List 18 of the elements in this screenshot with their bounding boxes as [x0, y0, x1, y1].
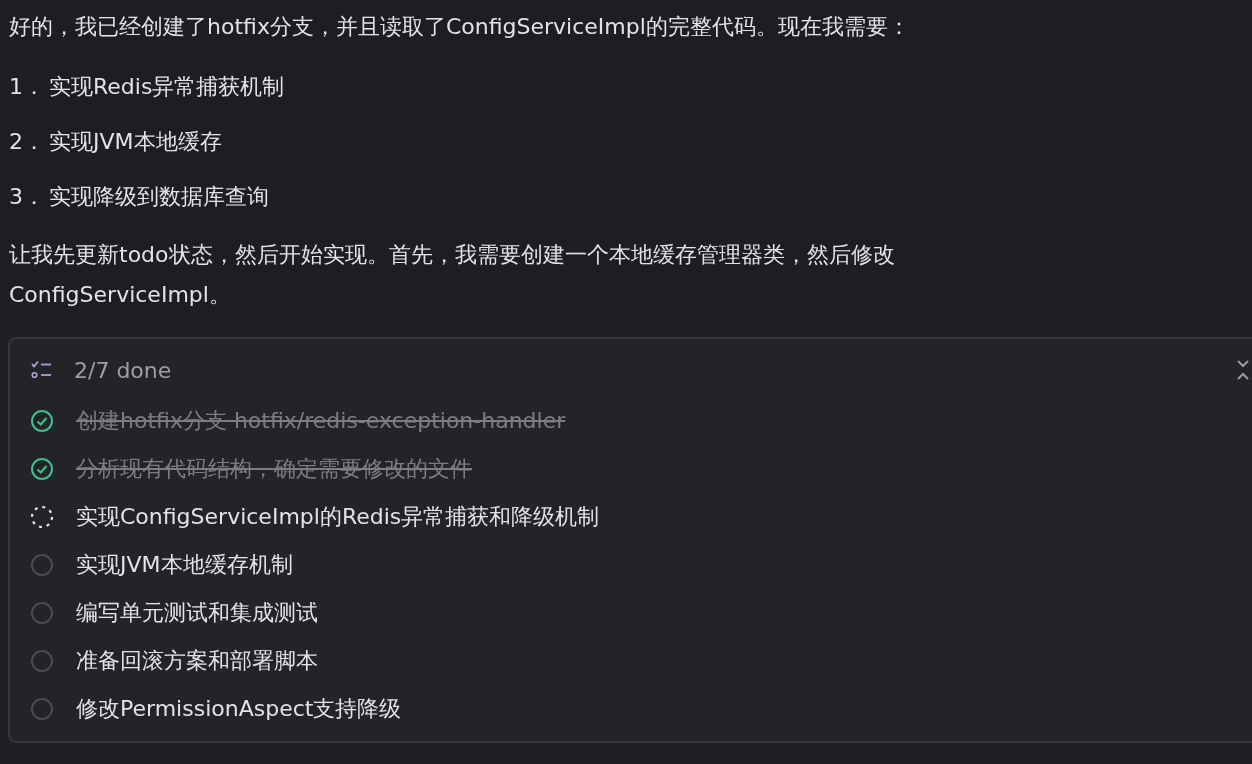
list-number: 3． — [9, 183, 45, 211]
message-text: 好的，我已经创建了hotfix分支，并且读取了ConfigServiceImpl的完整代码。现在我需要： — [9, 13, 911, 41]
todo-item-text: 分析现有代码结构，确定需要修改的文件 — [76, 455, 472, 483]
checklist-icon — [30, 360, 52, 380]
list-number: 1． — [9, 73, 45, 101]
list-number: 2． — [9, 128, 45, 156]
todo-summary: 2/7 done — [74, 357, 172, 383]
todo-item-text: 编写单元测试和集成测试 — [76, 599, 318, 627]
list-item-text: 实现JVM本地缓存 — [49, 128, 222, 156]
list-item-text: 实现Redis异常捕获机制 — [49, 73, 285, 101]
todo-item-text: 实现JVM本地缓存机制 — [76, 551, 293, 579]
list-item-text: 实现降级到数据库查询 — [49, 183, 269, 211]
todo-item-text: 创建hotfix分支 hotfix/redis-exception-handler — [76, 407, 566, 435]
message-text: 让我先更新todo状态，然后开始实现。首先，我需要创建一个本地缓存管理器类，然后修改ConfigServiceImpl。 — [9, 241, 896, 309]
todo-item-text: 修改PermissionAspect支持降级 — [76, 695, 402, 723]
todo-item-text: 准备回滚方案和部署脚本 — [76, 647, 318, 675]
todo-item-text: 实现ConfigServiceImpl的Redis异常捕获和降级机制 — [76, 503, 600, 531]
collapse-icon[interactable] — [1235, 359, 1251, 381]
